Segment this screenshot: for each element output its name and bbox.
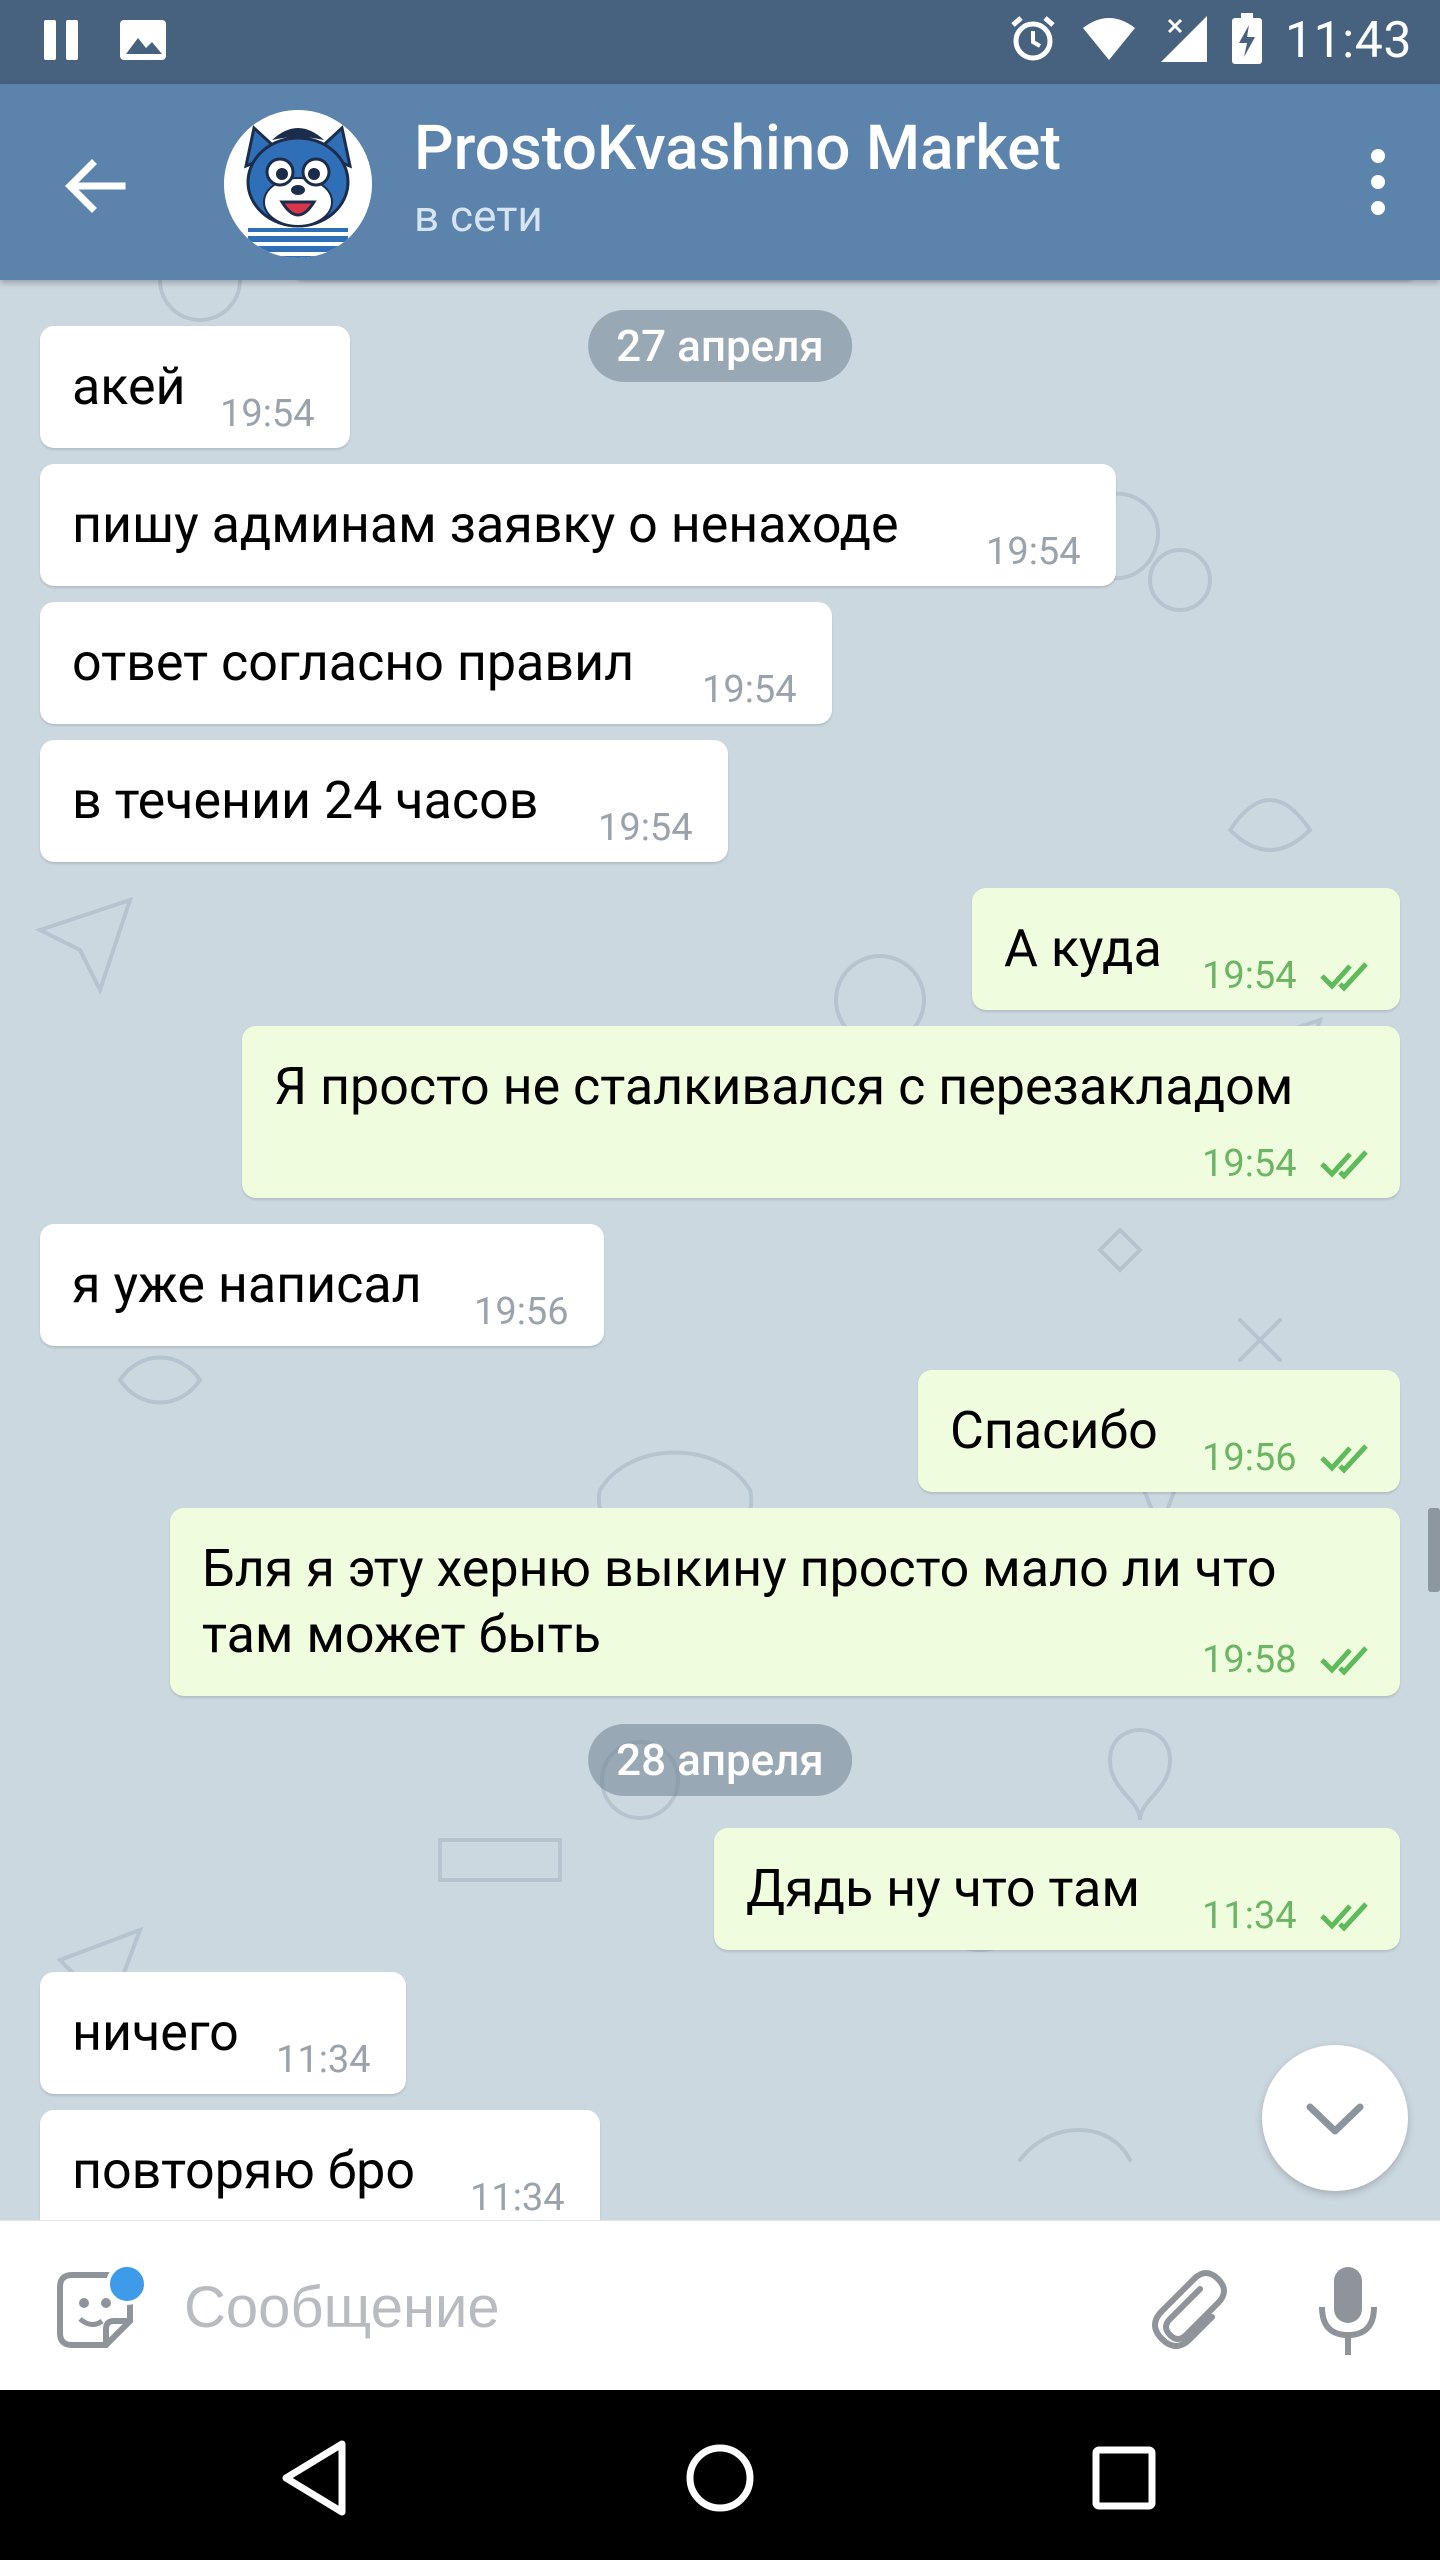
message-text: повторяю бро [72,2140,415,2201]
date-divider: 28 апреля [588,1724,852,1796]
message-text: А куда [1004,918,1162,979]
message-text: я уже написал [72,1254,422,1315]
message-time: 11:34 [470,2176,565,2220]
message-time: 19:54 [1202,1142,1297,1186]
signal-icon [1159,14,1209,68]
message-text: ничего [72,2002,239,2063]
alarm-icon [1007,13,1059,69]
message-time: 11:34 [276,2038,371,2082]
message-text: в течении 24 часов [72,770,539,831]
read-ticks-icon [1320,1902,1368,1932]
nav-home-button[interactable] [670,2428,770,2528]
message-text: пишу админам заявку о ненаходе [72,494,899,555]
message-time: 19:54 [598,806,693,850]
chat-area[interactable]: 27 апреля акей 19:54 пишу админам заявку… [0,280,1440,2220]
message-time: 11:34 [1202,1894,1297,1938]
nav-back-button[interactable] [266,2428,366,2528]
message-bubble-incoming[interactable]: в течении 24 часов 19:54 [40,740,728,862]
message-bubble-outgoing[interactable]: Спасибо 19:56 [918,1370,1400,1492]
back-button[interactable] [56,146,136,226]
message-bubble-outgoing[interactable]: Бля я эту херню выкину просто мало ли чт… [170,1508,1400,1696]
online-status: в сети [414,190,543,242]
message-time: 19:54 [702,668,797,712]
message-text-line2: там может быть [202,1604,601,1665]
read-ticks-icon [1320,1444,1368,1474]
message-bubble-outgoing[interactable]: Я просто не сталкивался с перезакладом 1… [242,1026,1400,1198]
message-text: Дядь ну что там [746,1858,1140,1919]
avatar[interactable] [224,110,372,258]
message-bubble-incoming[interactable]: акей 19:54 [40,326,350,448]
navigation-bar [0,2390,1440,2560]
message-input[interactable] [182,2261,1086,2353]
clock: 11:43 [1284,12,1412,70]
message-text: акей [72,356,186,417]
message-bubble-outgoing[interactable]: А куда 19:54 [972,888,1400,1010]
message-text: ответ согласно правил [72,632,635,693]
battery-charging-icon [1231,13,1263,69]
message-time: 19:54 [220,392,315,436]
image-icon [118,18,168,66]
message-time: 19:58 [1202,1638,1297,1682]
wifi-icon [1081,16,1137,66]
message-bubble-outgoing[interactable]: Дядь ну что там 11:34 [714,1828,1400,1950]
message-text-line1: Бля я эту херню выкину просто мало ли чт… [202,1538,1277,1599]
status-bar: 11:43 [0,0,1440,84]
date-divider: 27 апреля [588,310,852,382]
message-time: 19:56 [1202,1436,1297,1480]
message-bubble-incoming[interactable]: ничего 11:34 [40,1972,406,2094]
message-bubble-incoming[interactable]: повторяю бро 11:34 [40,2110,600,2220]
read-ticks-icon [1320,962,1368,992]
read-ticks-icon [1320,1646,1368,1676]
attach-button[interactable] [1140,2263,1236,2359]
paperclip-icon [1152,2270,1227,2349]
read-ticks-icon [1320,1150,1368,1180]
microphone-button[interactable] [1308,2261,1388,2361]
message-bubble-incoming[interactable]: я уже написал 19:56 [40,1224,604,1346]
message-bubble-incoming[interactable]: пишу админам заявку о ненаходе 19:54 [40,464,1116,586]
pause-icon [40,18,84,66]
message-time: 19:56 [474,1290,569,1334]
more-vert-icon [1371,149,1385,215]
nav-recents-button[interactable] [1074,2428,1174,2528]
chat-toolbar: ProstoKvashino Market в сети [0,84,1440,280]
message-text: Я просто не сталкивался с перезакладом [274,1056,1294,1117]
circle-home-icon [686,2444,754,2512]
message-text: Спасибо [950,1400,1158,1461]
message-time: 19:54 [986,530,1081,574]
chevron-down-icon [1306,2103,1364,2135]
square-recents-icon [1092,2446,1156,2510]
notification-dot [106,2263,148,2305]
message-input-bar [0,2220,1440,2391]
arrow-back-icon [65,159,126,213]
chat-title[interactable]: ProstoKvashino Market [414,112,1061,185]
menu-button[interactable] [1348,142,1408,222]
message-time: 19:54 [1202,954,1297,998]
scroll-down-button[interactable] [1262,2045,1408,2191]
message-bubble-incoming[interactable]: ответ согласно правил 19:54 [40,602,832,724]
microphone-icon [1319,2267,1377,2355]
triangle-back-icon [282,2440,346,2516]
scrollbar-thumb[interactable] [1428,1508,1440,1592]
